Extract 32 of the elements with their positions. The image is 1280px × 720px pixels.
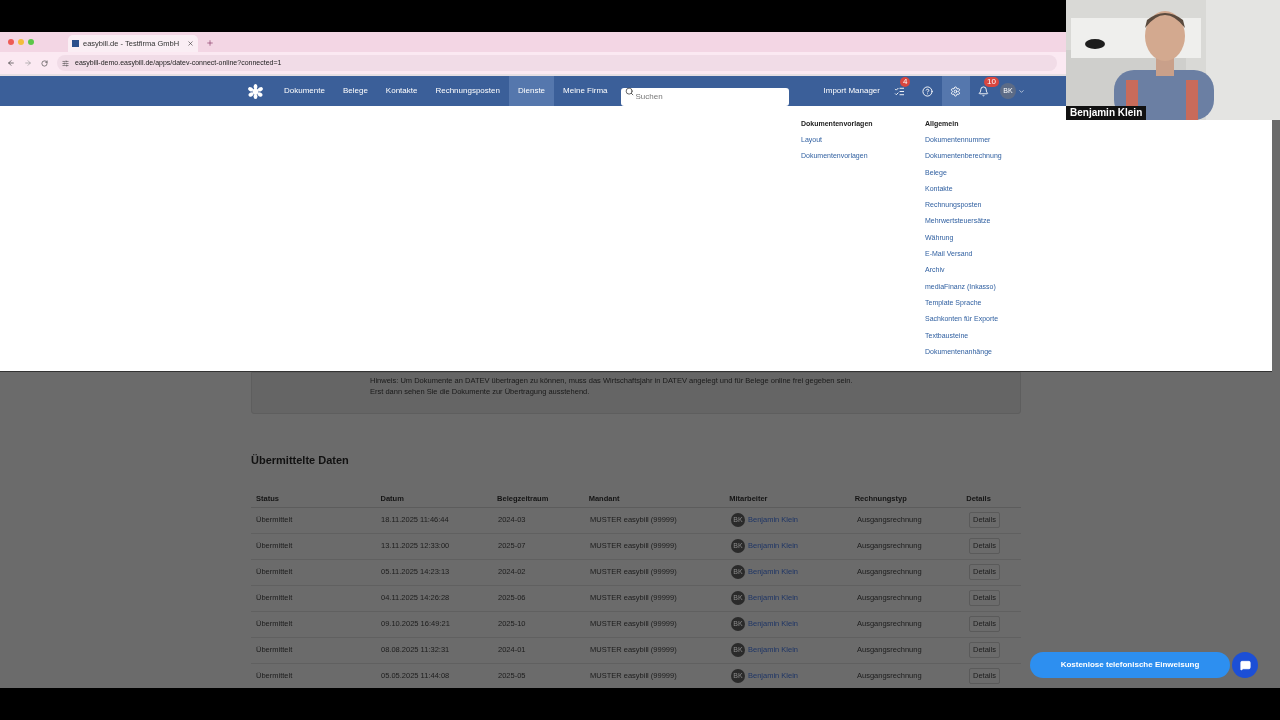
count-badge: 4	[899, 77, 911, 87]
tasks-icon	[894, 85, 906, 97]
close-icon[interactable]	[187, 40, 194, 47]
new-tab-icon[interactable]	[206, 39, 214, 47]
chat-icon	[1239, 659, 1251, 671]
reload-icon[interactable]	[41, 59, 48, 67]
search-field[interactable]: Suchen	[620, 87, 789, 106]
forward-icon[interactable]	[24, 59, 32, 67]
nav-link[interactable]: Dienste	[508, 76, 555, 106]
nav-link[interactable]: Rechnungsposten	[426, 76, 509, 106]
nav-link[interactable]: Meine Firma	[554, 76, 617, 106]
toolbar-icon-button[interactable]: 4	[885, 76, 914, 106]
site-settings-icon	[62, 59, 69, 67]
chat-button[interactable]	[1232, 652, 1258, 678]
nav-link[interactable]: Dokumente	[275, 76, 334, 106]
bell-icon	[978, 85, 990, 97]
back-icon[interactable]	[7, 59, 15, 67]
import-manager-link[interactable]: Import Manager	[823, 85, 880, 97]
nav-link[interactable]: Belege	[333, 76, 377, 106]
section-title: Übermittelte Daten	[251, 453, 350, 468]
settings-icon	[950, 85, 962, 97]
phone-onboarding-button[interactable]: Kostenlose telefonische Einweisung	[1030, 652, 1230, 678]
help-icon	[922, 85, 934, 97]
caret-icon	[1017, 87, 1025, 95]
logo-icon	[248, 83, 263, 99]
nav-link[interactable]: Kontakte	[376, 76, 427, 106]
toolbar-icon-button[interactable]	[941, 76, 970, 106]
participant-name: Benjamin Klein	[1066, 106, 1147, 120]
count-badge: 10	[983, 77, 999, 87]
search-icon	[624, 86, 634, 96]
favicon-icon	[72, 40, 79, 47]
toolbar-icon-button[interactable]: 10	[969, 76, 998, 106]
